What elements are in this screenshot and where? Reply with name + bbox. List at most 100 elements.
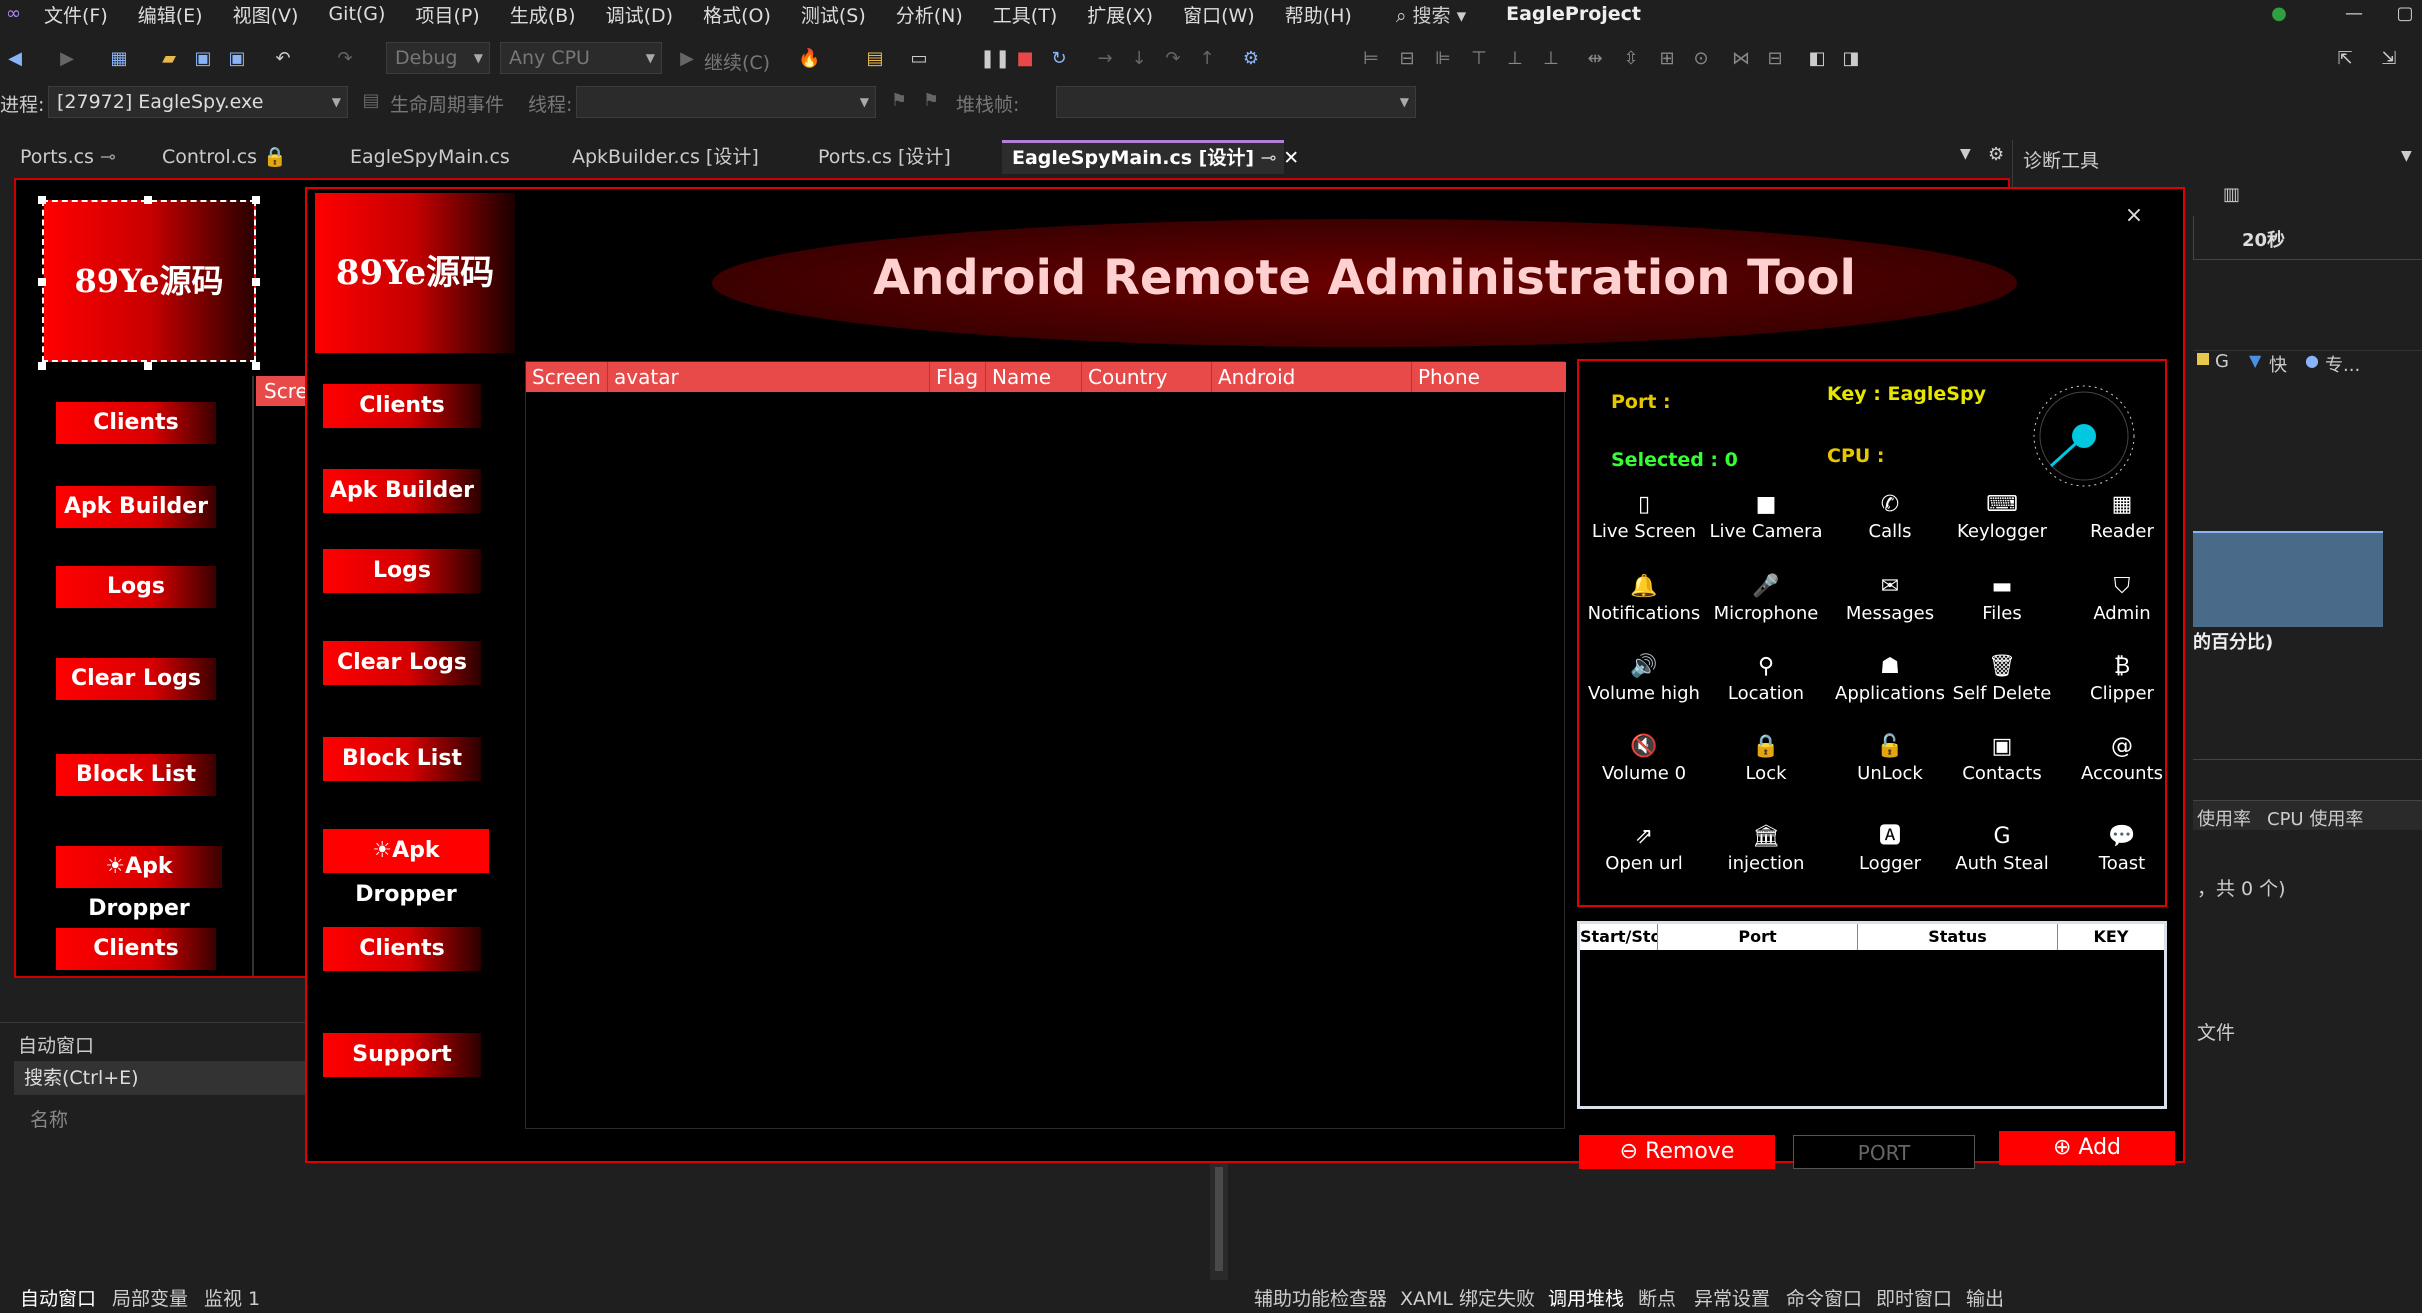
align-bottom-icon[interactable]: ⊥ [1540, 48, 1562, 70]
tab-autos[interactable]: 自动窗口 [20, 1284, 96, 1311]
column-android[interactable]: Android [1212, 362, 1412, 392]
command-lock[interactable]: 🔒 Lock [1707, 731, 1825, 784]
command-volume-0[interactable]: 🔇 Volume 0 [1585, 731, 1703, 784]
block-list-button[interactable]: Block List [323, 737, 481, 781]
menu-debug[interactable]: 调试(D) [590, 1, 687, 28]
feedback-icon[interactable]: ⇲ [2378, 48, 2400, 70]
back-icon[interactable]: ◀ [4, 48, 26, 70]
center-horizontally-icon[interactable]: ⇹ [1584, 48, 1606, 70]
open-folder-icon[interactable]: ▰ [158, 48, 180, 70]
tab-control-cs[interactable]: Control.cs 🔒 [152, 140, 340, 174]
command-messages[interactable]: ✉ Messages [1831, 571, 1949, 624]
platform-dropdown[interactable]: Any CPU ▼ [500, 42, 662, 74]
column-status[interactable]: Status [1858, 924, 2058, 950]
menu-help[interactable]: 帮助(H) [1269, 1, 1366, 28]
add-button[interactable]: ⊕ Add [1999, 1131, 2175, 1165]
restart-icon[interactable]: ↻ [1048, 48, 1070, 70]
menu-git[interactable]: Git(G) [312, 3, 399, 25]
column-name[interactable]: Name [986, 362, 1082, 392]
thread-dropdown[interactable]: ▼ [576, 86, 876, 118]
tab-eaglespymain-design[interactable]: EagleSpyMain.cs [设计] ⊸ ✕ [1002, 140, 1299, 174]
command-self-delete[interactable]: 🗑 Self Delete [1943, 651, 2061, 704]
command-notifications[interactable]: 🔔 Notifications [1585, 571, 1703, 624]
menu-edit[interactable]: 编辑(E) [122, 1, 217, 28]
hot-reload-icon[interactable]: 🔥 [798, 48, 820, 70]
ports-table[interactable]: Start/Stop Port Status KEY [1577, 921, 2167, 1109]
command-unlock[interactable]: 🔓 UnLock [1831, 731, 1949, 784]
autos-search-input[interactable]: 搜索(Ctrl+E) [14, 1061, 314, 1095]
tab-usage[interactable]: 使用率 [2197, 805, 2251, 831]
menu-extensions[interactable]: 扩展(X) [1071, 1, 1167, 28]
column-flag[interactable]: Flag [930, 362, 986, 392]
process-dropdown[interactable]: [27972] EagleSpy.exe ▼ [48, 86, 348, 118]
command-location[interactable]: ⚲ Location [1707, 651, 1825, 704]
align-middle-icon[interactable]: ⊥ [1504, 48, 1526, 70]
tab-overflow-icon[interactable]: ▼ [1960, 146, 1971, 162]
menu-build[interactable]: 生成(B) [494, 1, 590, 28]
menu-format[interactable]: 格式(O) [687, 1, 785, 28]
clients-grid[interactable]: Screen avatar Flag Name Country Android … [525, 361, 1566, 1129]
save-icon[interactable]: ▣ [192, 48, 214, 70]
designer-clear-logs-button[interactable]: Clear Logs [56, 658, 216, 700]
command-toast[interactable]: 💬 Toast [2063, 821, 2181, 874]
command-logger[interactable]: 🅰 Logger [1831, 821, 1949, 874]
scrollbar[interactable] [1210, 1163, 1228, 1293]
designer-apk-builder-button[interactable]: Apk Builder [56, 486, 216, 528]
spacing-icon[interactable]: ⋈ [1730, 48, 1752, 70]
search-icon[interactable]: ⌕ 搜索 ▾ [1396, 1, 1466, 28]
command-live-screen[interactable]: ▯ Live Screen [1585, 489, 1703, 542]
configuration-dropdown[interactable]: Debug ▼ [386, 42, 490, 74]
column-country[interactable]: Country [1082, 362, 1212, 392]
pin-icon[interactable]: ⊸ [1261, 147, 1277, 169]
tab-immediate-window[interactable]: 即时窗口 [1876, 1284, 1952, 1311]
stackframe-dropdown[interactable]: ▼ [1056, 86, 1416, 118]
resize-handle[interactable] [144, 196, 152, 204]
resize-handle[interactable] [38, 362, 46, 370]
bring-front-icon[interactable]: ◧ [1806, 48, 1828, 70]
minimize-icon[interactable]: — [2320, 0, 2388, 28]
pause-icon[interactable]: ❚❚ [980, 48, 1010, 70]
command-volume-high[interactable]: 🔊 Volume high [1585, 651, 1703, 704]
command-auth-steal[interactable]: G Auth Steal [1943, 821, 2061, 874]
tab-apkbuilder-design[interactable]: ApkBuilder.cs [设计] [562, 140, 806, 174]
tab-exception-settings[interactable]: 异常设置 [1694, 1284, 1770, 1311]
tab-watch1[interactable]: 监视 1 [204, 1284, 260, 1311]
size-to-grid-icon[interactable]: ⊞ [1656, 48, 1678, 70]
logs-button[interactable]: Logs [323, 549, 481, 593]
column-avatar[interactable]: avatar [608, 362, 930, 392]
show-next-statement-icon[interactable]: → [1094, 48, 1116, 70]
close-tab-icon[interactable]: ✕ [1283, 147, 1299, 169]
designer-logo[interactable]: 89Ye源码 [42, 200, 256, 362]
column-phone[interactable]: Phone [1412, 362, 1566, 392]
settings-gear-icon[interactable]: ⚙ [1988, 144, 2004, 165]
command-reader[interactable]: ▦ Reader [2063, 489, 2181, 542]
resize-handle[interactable] [38, 278, 46, 286]
tab-eaglespymain-cs[interactable]: EagleSpyMain.cs [340, 140, 562, 174]
command-applications[interactable]: ☗ Applications [1831, 651, 1949, 704]
menu-search[interactable]: 搜索 [1413, 5, 1451, 27]
command-keylogger[interactable]: ⌨ Keylogger [1943, 489, 2061, 542]
apk-dropper-button[interactable]: ☀Apk Dropper [323, 829, 489, 907]
resize-handle[interactable] [252, 362, 260, 370]
tab-cpu-usage[interactable]: CPU 使用率 [2267, 805, 2363, 831]
tab-command-window[interactable]: 命令窗口 [1786, 1284, 1862, 1311]
designer-apk-dropper-button[interactable]: ☀Apk Dropper [56, 846, 222, 921]
align-center-icon[interactable]: ⊟ [1396, 48, 1418, 70]
resize-handle[interactable] [252, 278, 260, 286]
column-port[interactable]: Port [1658, 924, 1858, 950]
layout-icon[interactable]: ▭ [908, 48, 930, 70]
close-icon[interactable]: × [2119, 201, 2149, 231]
undo-icon[interactable]: ↶ [272, 48, 294, 70]
column-start-stop[interactable]: Start/Stop [1580, 924, 1658, 950]
menu-analyze[interactable]: 分析(N) [880, 1, 977, 28]
step-into-icon[interactable]: ↓ [1128, 48, 1150, 70]
group-icon[interactable]: ⊟ [1764, 48, 1786, 70]
continue-button[interactable]: 继续(C) [704, 48, 770, 75]
forward-icon[interactable]: ▶ [56, 48, 78, 70]
center-vertically-icon[interactable]: ⇳ [1620, 48, 1642, 70]
continue-icon[interactable]: ▶ [676, 48, 698, 70]
tab-call-stack[interactable]: 调用堆栈 [1548, 1284, 1624, 1311]
tab-xaml-binding-failures[interactable]: XAML 绑定失败 [1400, 1284, 1535, 1311]
designer-clients-button[interactable]: Clients [56, 402, 216, 444]
resize-handle[interactable] [38, 196, 46, 204]
